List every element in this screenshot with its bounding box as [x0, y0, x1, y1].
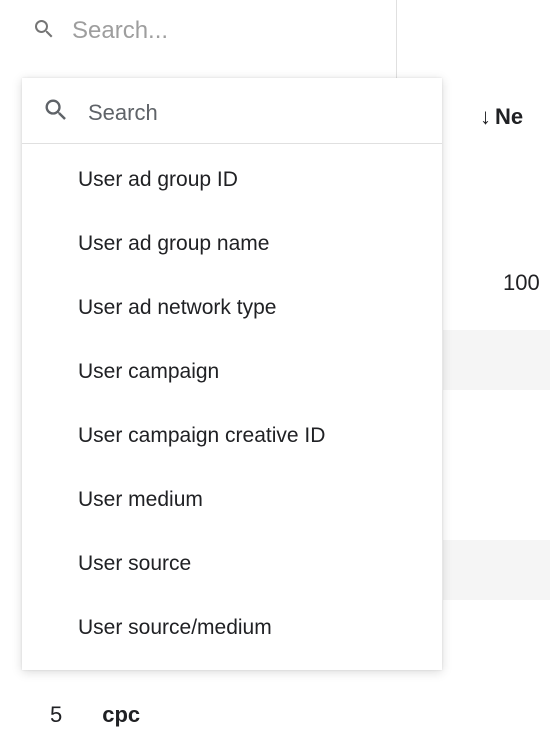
dropdown-item-user-ad-group-id[interactable]: User ad group ID: [22, 148, 442, 212]
table-row-bg: [443, 330, 550, 390]
dropdown-list: User ad group ID User ad group name User…: [22, 144, 442, 670]
dropdown-item-user-medium[interactable]: User medium: [22, 468, 442, 532]
table-row-bg: [443, 540, 550, 600]
dimension-dropdown: Search User ad group ID User ad group na…: [22, 78, 442, 670]
dropdown-search[interactable]: Search: [22, 78, 442, 144]
column-header-label: Ne: [495, 104, 523, 130]
search-icon: [42, 96, 70, 129]
vertical-divider: [396, 0, 397, 78]
dropdown-item-user-source-medium[interactable]: User source/medium: [22, 596, 442, 660]
dropdown-search-label: Search: [88, 100, 158, 126]
search-icon: [32, 17, 56, 46]
dropdown-item-user-campaign[interactable]: User campaign: [22, 340, 442, 404]
row-value: cpc: [102, 702, 140, 728]
dropdown-item-user-source[interactable]: User source: [22, 532, 442, 596]
top-search-bar: [0, 0, 550, 62]
dropdown-item-user-campaign-creative-id[interactable]: User campaign creative ID: [22, 404, 442, 468]
dropdown-item-user-ad-group-name[interactable]: User ad group name: [22, 212, 442, 276]
column-header-new-users[interactable]: ↓ Ne: [480, 104, 523, 130]
table-cell: 100: [503, 270, 540, 296]
search-input[interactable]: [72, 17, 530, 45]
table-row: 5 cpc: [50, 702, 140, 728]
sort-descending-icon: ↓: [480, 104, 491, 130]
row-index: 5: [50, 702, 62, 728]
dropdown-item-user-ad-network-type[interactable]: User ad network type: [22, 276, 442, 340]
